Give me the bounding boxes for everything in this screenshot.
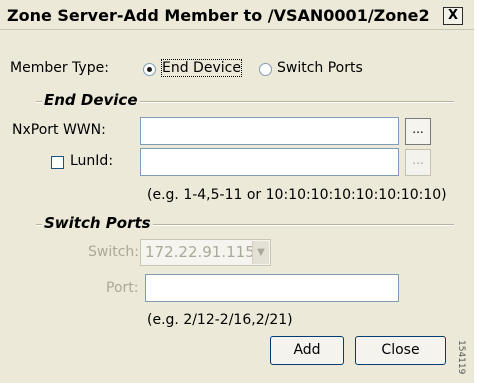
lunid-format-hint: (e.g. 1-4,5-11 or 10:10:10:10:10:10:10:1… (147, 187, 447, 203)
lunid-label: LunId: (70, 153, 114, 169)
radio-end-device[interactable] (143, 63, 156, 76)
port-label: Port: (106, 280, 139, 296)
radio-selected-dot (147, 67, 152, 72)
lunid-browse-button[interactable]: ... (405, 149, 431, 176)
member-type-label: Member Type: (10, 60, 109, 76)
radio-switch-ports[interactable] (259, 63, 272, 76)
radio-end-device-label[interactable]: End Device (161, 59, 242, 77)
nxport-wwn-input[interactable] (140, 117, 399, 145)
add-button[interactable]: Add (270, 336, 344, 365)
dialog-title: Zone Server-Add Member to /VSAN0001/Zone… (7, 6, 430, 25)
switch-select-value: 172.22.91.115 (145, 243, 255, 261)
switch-ports-group-title: Switch Ports (42, 214, 153, 232)
close-window-button[interactable]: X (443, 7, 463, 25)
close-button[interactable]: Close (355, 336, 446, 365)
figure-id-label: 154119 (456, 340, 466, 375)
radio-switch-ports-label[interactable]: Switch Ports (277, 60, 363, 76)
nxport-wwn-label: NxPort WWN: (12, 122, 106, 138)
nxport-wwn-browse-button[interactable]: ... (405, 118, 431, 145)
lunid-checkbox[interactable] (51, 156, 64, 169)
add-member-dialog: Zone Server-Add Member to /VSAN0001/Zone… (0, 0, 474, 383)
switch-label: Switch: (88, 244, 140, 260)
dialog-titlebar[interactable]: Zone Server-Add Member to /VSAN0001/Zone… (0, 0, 474, 30)
switch-select[interactable]: 172.22.91.115 ▼ (140, 239, 271, 266)
port-input[interactable] (145, 274, 399, 302)
end-device-group-title: End Device (42, 91, 140, 109)
port-format-hint: (e.g. 2/12-2/16,2/21) (147, 312, 293, 328)
chevron-down-icon[interactable]: ▼ (252, 241, 269, 264)
lunid-input[interactable] (140, 148, 399, 176)
